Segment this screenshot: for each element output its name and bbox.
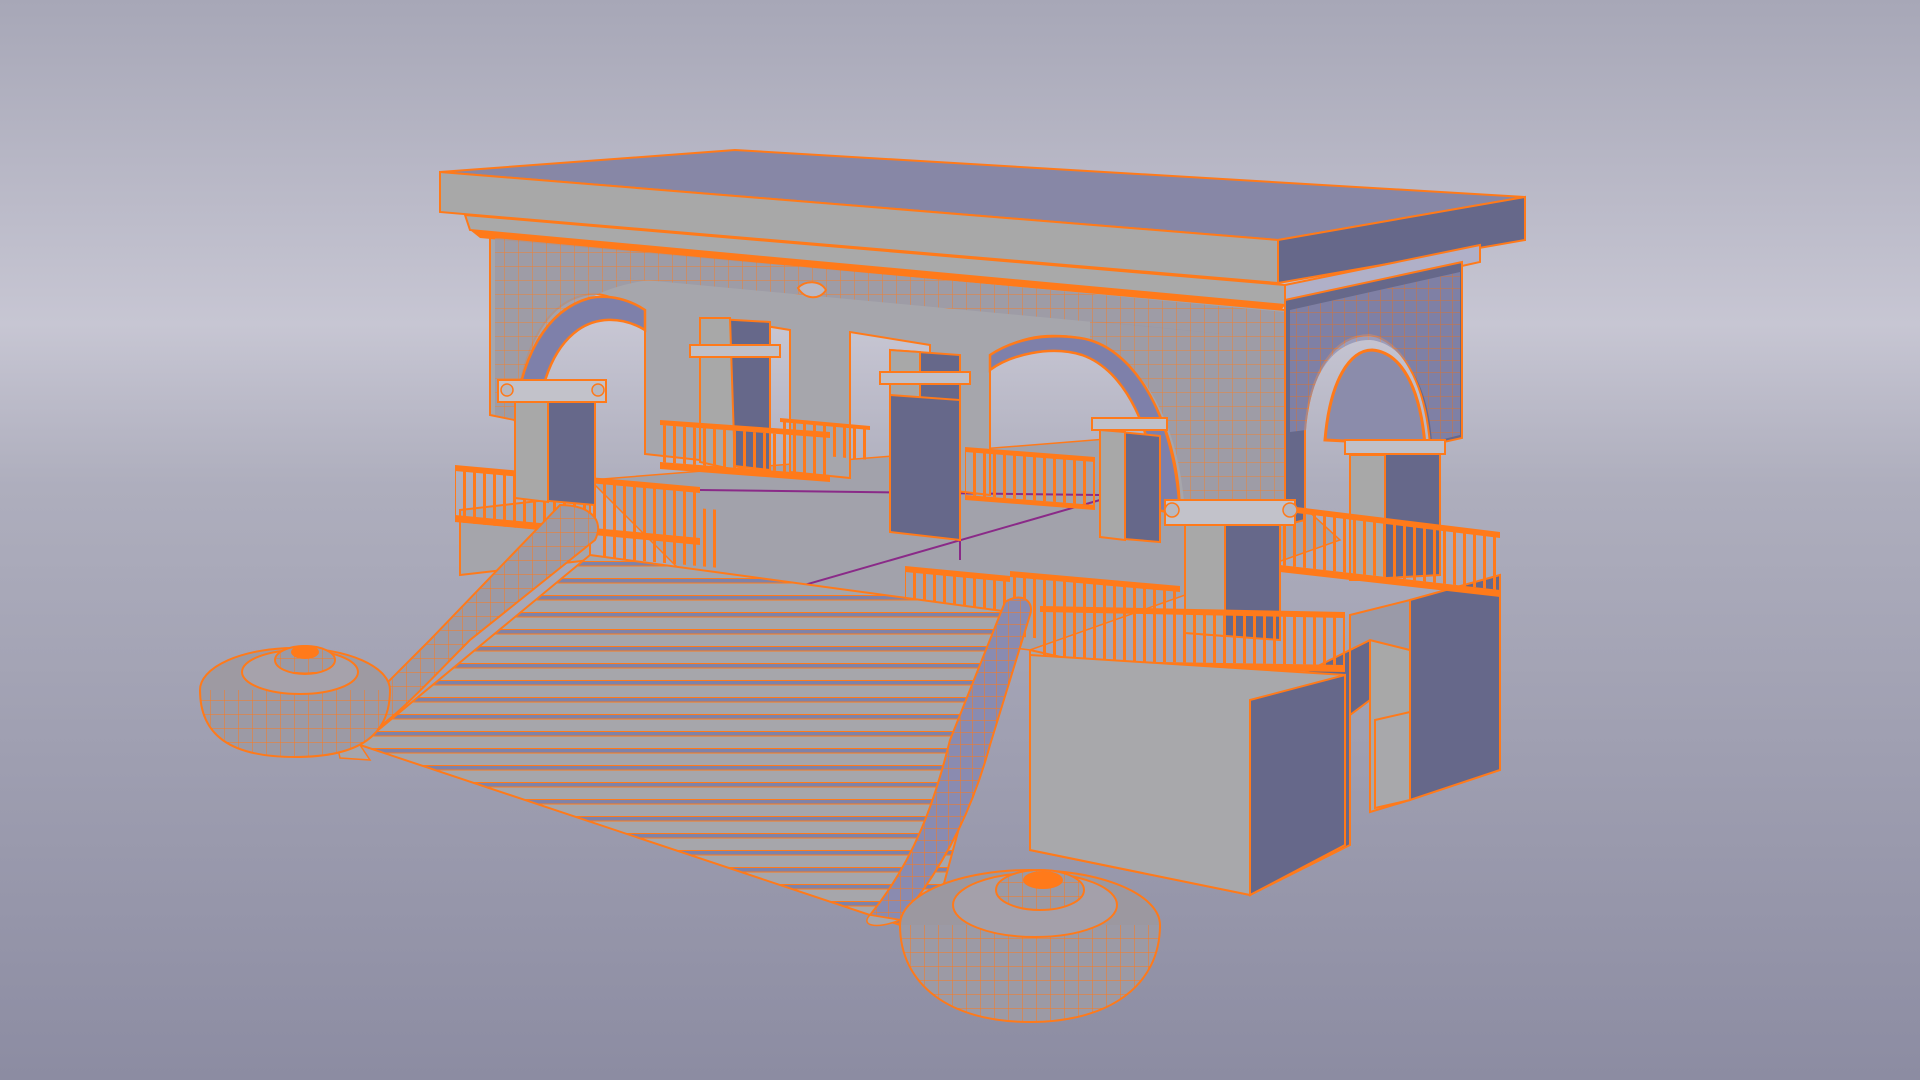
column-capital [1164, 499, 1296, 526]
column-capital [497, 379, 607, 403]
spiral-scroll-left[interactable] [199, 645, 391, 759]
viewport-canvas[interactable] [0, 0, 1920, 1080]
spiral-scroll-right[interactable] [899, 869, 1161, 1024]
podium-step[interactable] [1374, 710, 1411, 810]
3d-viewport[interactable] [0, 0, 1920, 1080]
